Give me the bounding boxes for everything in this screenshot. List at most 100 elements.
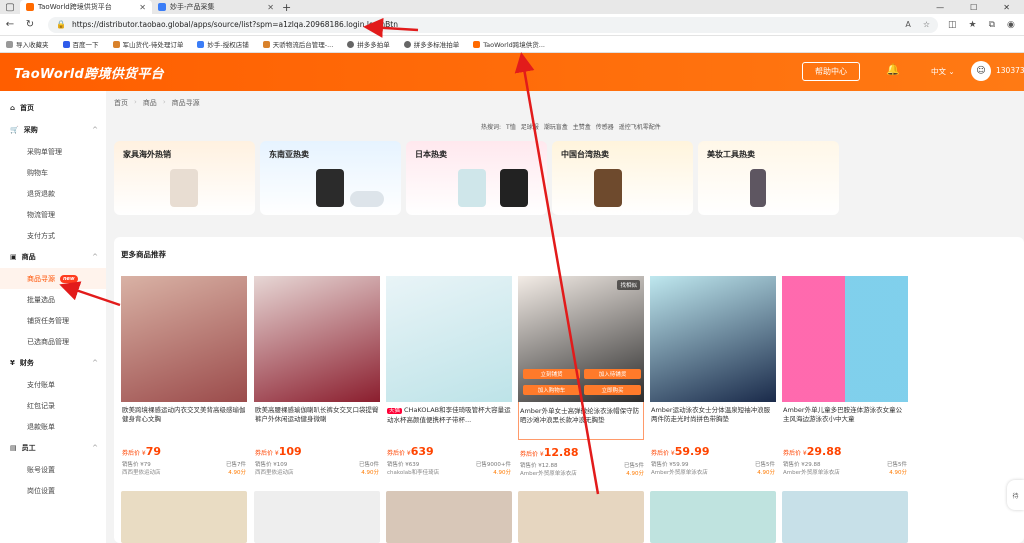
- product-price: 券后价 ¥109: [255, 445, 302, 458]
- sidebar-item-refund-bills[interactable]: 退款账单: [0, 416, 106, 437]
- url-field[interactable]: 🔒 https://distributor.taobao.global/apps…: [48, 16, 938, 33]
- bookmark-junshan[interactable]: 军山货代-待处理订单: [112, 39, 183, 49]
- hotword[interactable]: 潮玩盲盒: [544, 122, 568, 131]
- tab-label: 妙手-产品采集: [170, 3, 215, 11]
- sidebar-item-selected-products[interactable]: 已选商品管理: [0, 331, 106, 352]
- sidebar-item-bills[interactable]: 支付账单: [0, 374, 106, 395]
- favorite-star-icon[interactable]: ☆: [923, 20, 930, 29]
- hotword[interactable]: T恤: [506, 122, 516, 131]
- bookmark-miaoshou[interactable]: 妙手-授权店铺: [197, 39, 249, 49]
- sidebar-section-products[interactable]: ▣ 商品 ^: [0, 246, 106, 268]
- minimize-icon[interactable]: —: [936, 3, 944, 12]
- breadcrumb-home[interactable]: 首页: [114, 98, 128, 108]
- product-title[interactable]: 欧美跨境裸感运动内衣交叉美背高级感瑜伽健身背心文胸: [122, 406, 246, 424]
- add-pending-button[interactable]: 加入待铺货: [584, 369, 641, 379]
- sidebar-item-home[interactable]: ⌂ 首页: [0, 97, 106, 119]
- buy-now-button[interactable]: 立即购买: [584, 385, 641, 395]
- product-image[interactable]: [386, 276, 512, 402]
- bookmark-import[interactable]: 导入收藏夹: [6, 39, 49, 49]
- hotword[interactable]: 传感器: [596, 122, 614, 131]
- add-to-cart-button[interactable]: 加入购物车: [523, 385, 580, 395]
- close-window-icon[interactable]: ✕: [1003, 3, 1010, 12]
- sidebar-item-cart[interactable]: 购物车: [0, 162, 106, 183]
- breadcrumb-products[interactable]: 商品: [143, 98, 157, 108]
- close-tab-icon[interactable]: ✕: [139, 3, 146, 12]
- finance-icon: ¥: [10, 359, 15, 367]
- product-card[interactable]: Amber运动泳衣女士分体温泉短袖冲浪服两件防走光时尚拼色带胸垫 券后价 ¥59…: [650, 276, 776, 476]
- category-card-sea[interactable]: 东南亚热卖: [260, 141, 401, 215]
- product-image-row2[interactable]: [650, 491, 776, 543]
- product-image[interactable]: [121, 276, 247, 402]
- product-card[interactable]: 欧美跨境裸感运动内衣交叉美背高级感瑜伽健身背心文胸 券后价 ¥79 销售价 ¥7…: [121, 276, 247, 476]
- hotword[interactable]: 足球服: [521, 122, 539, 131]
- help-center-button[interactable]: 帮助中心: [802, 62, 860, 81]
- sidebar-item-purchase-orders[interactable]: 采购单管理: [0, 141, 106, 162]
- bookmark-pdd[interactable]: 拼多多拍单: [347, 39, 390, 49]
- product-image[interactable]: [518, 276, 644, 402]
- sidebar-item-redpacket[interactable]: 红包记录: [0, 395, 106, 416]
- read-aloud-icon[interactable]: A: [905, 20, 910, 29]
- product-image-row2[interactable]: [386, 491, 512, 543]
- avatar[interactable]: ☺: [971, 61, 991, 81]
- hotword[interactable]: 遥控飞机零配件: [619, 122, 661, 131]
- product-title[interactable]: Amber外单儿童多巴胺连体游泳衣女童公主风海边游泳衣小中大童: [783, 406, 907, 424]
- product-card-hovered[interactable]: 找相似 立刻铺货 加入待铺货 加入购物车 立即购买 Amber外单女士高弹微纶泳…: [518, 276, 644, 477]
- floating-helper-tab[interactable]: 待: [1007, 480, 1024, 510]
- sidebar-section-staff[interactable]: ▤ 员工 ^: [0, 437, 106, 459]
- product-title[interactable]: 欧美高腰裸感瑜伽喇叭长裤女交叉口袋提臀裤户外休闲运动健身微喇: [255, 406, 379, 424]
- product-title[interactable]: 天猫 CHaKOLAB和李佳琦吸管杯大容量运动水杯高颜值便携杯子带杯...: [387, 406, 511, 424]
- product-price: 券后价 ¥29.88: [783, 445, 842, 458]
- favorites-icon[interactable]: ★: [969, 20, 977, 30]
- product-image-row2[interactable]: [121, 491, 247, 543]
- sidebar-section-purchase[interactable]: 🛒 采购 ^: [0, 119, 106, 141]
- product-title[interactable]: Amber外单女士高弹微纶泳衣泳帽保守防晒沙滩冲浪黑长款冲浪无胸垫: [520, 407, 644, 425]
- sidebar-item-returns[interactable]: 退货退款: [0, 183, 106, 204]
- product-card[interactable]: 天猫 CHaKOLAB和李佳琦吸管杯大容量运动水杯高颜值便携杯子带杯... 券后价…: [386, 276, 512, 476]
- profile-icon[interactable]: ◉: [1007, 20, 1015, 30]
- bell-icon[interactable]: 🔔: [886, 63, 900, 76]
- collections-icon[interactable]: ⧉: [989, 20, 995, 30]
- sidebar-item-bulk-select[interactable]: 批量选品: [0, 289, 106, 310]
- back-icon[interactable]: ←: [0, 19, 20, 30]
- breadcrumb-separator-icon: ›: [162, 98, 166, 106]
- browser-tab-taoworld[interactable]: TaoWorld跨境供货平台 ✕: [20, 0, 152, 14]
- product-card[interactable]: Amber外单儿童多巴胺连体游泳衣女童公主风海边游泳衣小中大童 券后价 ¥29.…: [782, 276, 908, 476]
- sidebar-item-account-settings[interactable]: 账号设置: [0, 459, 106, 480]
- product-image-row2[interactable]: [782, 491, 908, 543]
- find-similar-button[interactable]: 找相似: [617, 280, 640, 290]
- maximize-icon[interactable]: ☐: [970, 3, 977, 12]
- sidebar-item-listing-tasks[interactable]: 铺货任务管理: [0, 310, 106, 331]
- username[interactable]: 1303735: [996, 66, 1024, 75]
- product-image-row2[interactable]: [254, 491, 380, 543]
- sidebar-item-sourcing[interactable]: 商品寻源 new: [0, 268, 106, 289]
- sidebar-item-logistics[interactable]: 物流管理: [0, 204, 106, 225]
- browser-tab-miaoshou[interactable]: 妙手-产品采集 ✕: [152, 0, 280, 14]
- sidebar-section-finance[interactable]: ¥ 财务 ^: [0, 352, 106, 374]
- category-card-beauty[interactable]: 美妆工具热卖: [698, 141, 839, 215]
- product-card[interactable]: 欧美高腰裸感瑜伽喇叭长裤女交叉口袋提臀裤户外休闲运动健身微喇 券后价 ¥109 …: [254, 276, 380, 476]
- category-card-furniture[interactable]: 家具海外热销: [114, 141, 255, 215]
- product-image[interactable]: [782, 276, 908, 402]
- bookmark-baidu[interactable]: 百度一下: [62, 39, 99, 49]
- hotword[interactable]: 主赞盒: [573, 122, 591, 131]
- product-image[interactable]: [650, 276, 776, 402]
- list-now-button[interactable]: 立刻铺货: [523, 369, 580, 379]
- sidebar-item-role-settings[interactable]: 岗位设置: [0, 480, 106, 501]
- new-tab-icon[interactable]: +: [282, 1, 291, 14]
- product-image-row2[interactable]: [518, 491, 644, 543]
- product-price: 券后价 ¥12.88: [520, 446, 579, 459]
- bookmark-tianjiao[interactable]: 天骄物流后台管理-...: [262, 39, 333, 49]
- taoworld-logo[interactable]: TaoWorld跨境供货平台: [14, 63, 164, 82]
- split-screen-icon[interactable]: ◫: [948, 20, 957, 30]
- product-title[interactable]: Amber运动泳衣女士分体温泉短袖冲浪服两件防走光时尚拼色带胸垫: [651, 406, 775, 424]
- close-tab-icon[interactable]: ✕: [267, 3, 274, 12]
- window-menu-icon[interactable]: ▢: [0, 2, 20, 13]
- category-card-japan[interactable]: 日本热卖: [406, 141, 547, 215]
- language-selector[interactable]: 中文 ⌄: [931, 66, 955, 77]
- category-card-taiwan[interactable]: 中国台湾热卖: [552, 141, 693, 215]
- bookmark-taoworld[interactable]: TaoWorld跨境供货...: [473, 39, 545, 49]
- product-image[interactable]: [254, 276, 380, 402]
- sidebar-item-payment[interactable]: 支付方式: [0, 225, 106, 246]
- bookmark-pdd-standard[interactable]: 拼多多标准拍单: [403, 39, 459, 49]
- refresh-icon[interactable]: ↻: [20, 19, 40, 30]
